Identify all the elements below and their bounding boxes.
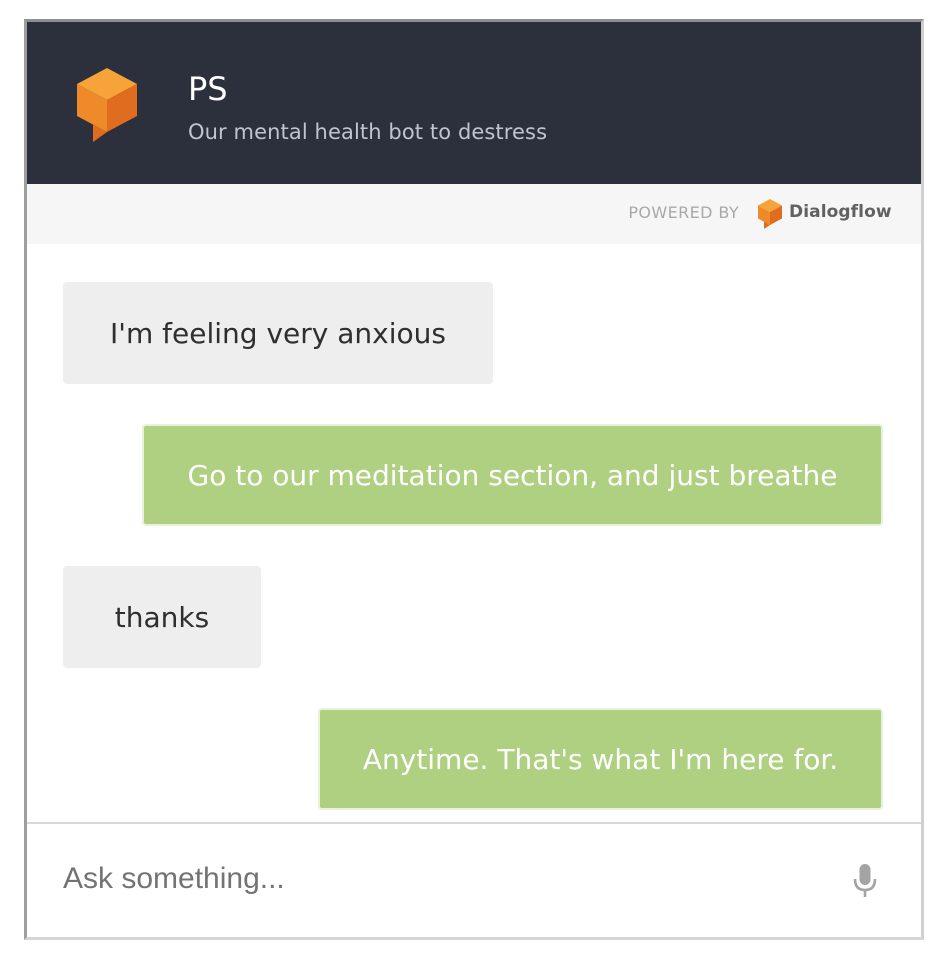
message-list[interactable]: I'm feeling very anxious Go to our medit…	[27, 244, 921, 824]
bot-message: Anytime. That's what I'm here for.	[318, 708, 883, 810]
user-message: thanks	[63, 566, 261, 668]
user-message: I'm feeling very anxious	[63, 282, 493, 384]
query-input[interactable]	[63, 854, 823, 904]
powered-by-label: POWERED BY	[628, 203, 739, 222]
dialogflow-cube-speech-icon	[77, 68, 137, 142]
agent-description: Our mental health bot to destress	[188, 120, 548, 144]
chat-header: PS Our mental health bot to destress	[27, 22, 921, 184]
agent-name: PS	[188, 70, 228, 108]
dialogflow-link[interactable]: Dialogflow	[789, 202, 892, 222]
chat-widget: PS Our mental health bot to destress POW…	[24, 19, 924, 940]
input-bar	[27, 822, 921, 937]
microphone-icon[interactable]	[852, 862, 878, 900]
bot-message: Go to our meditation section, and just b…	[142, 424, 883, 526]
dialogflow-logo-icon[interactable]	[757, 198, 783, 230]
powered-by-bar: POWERED BY Dialogflow	[27, 184, 921, 244]
